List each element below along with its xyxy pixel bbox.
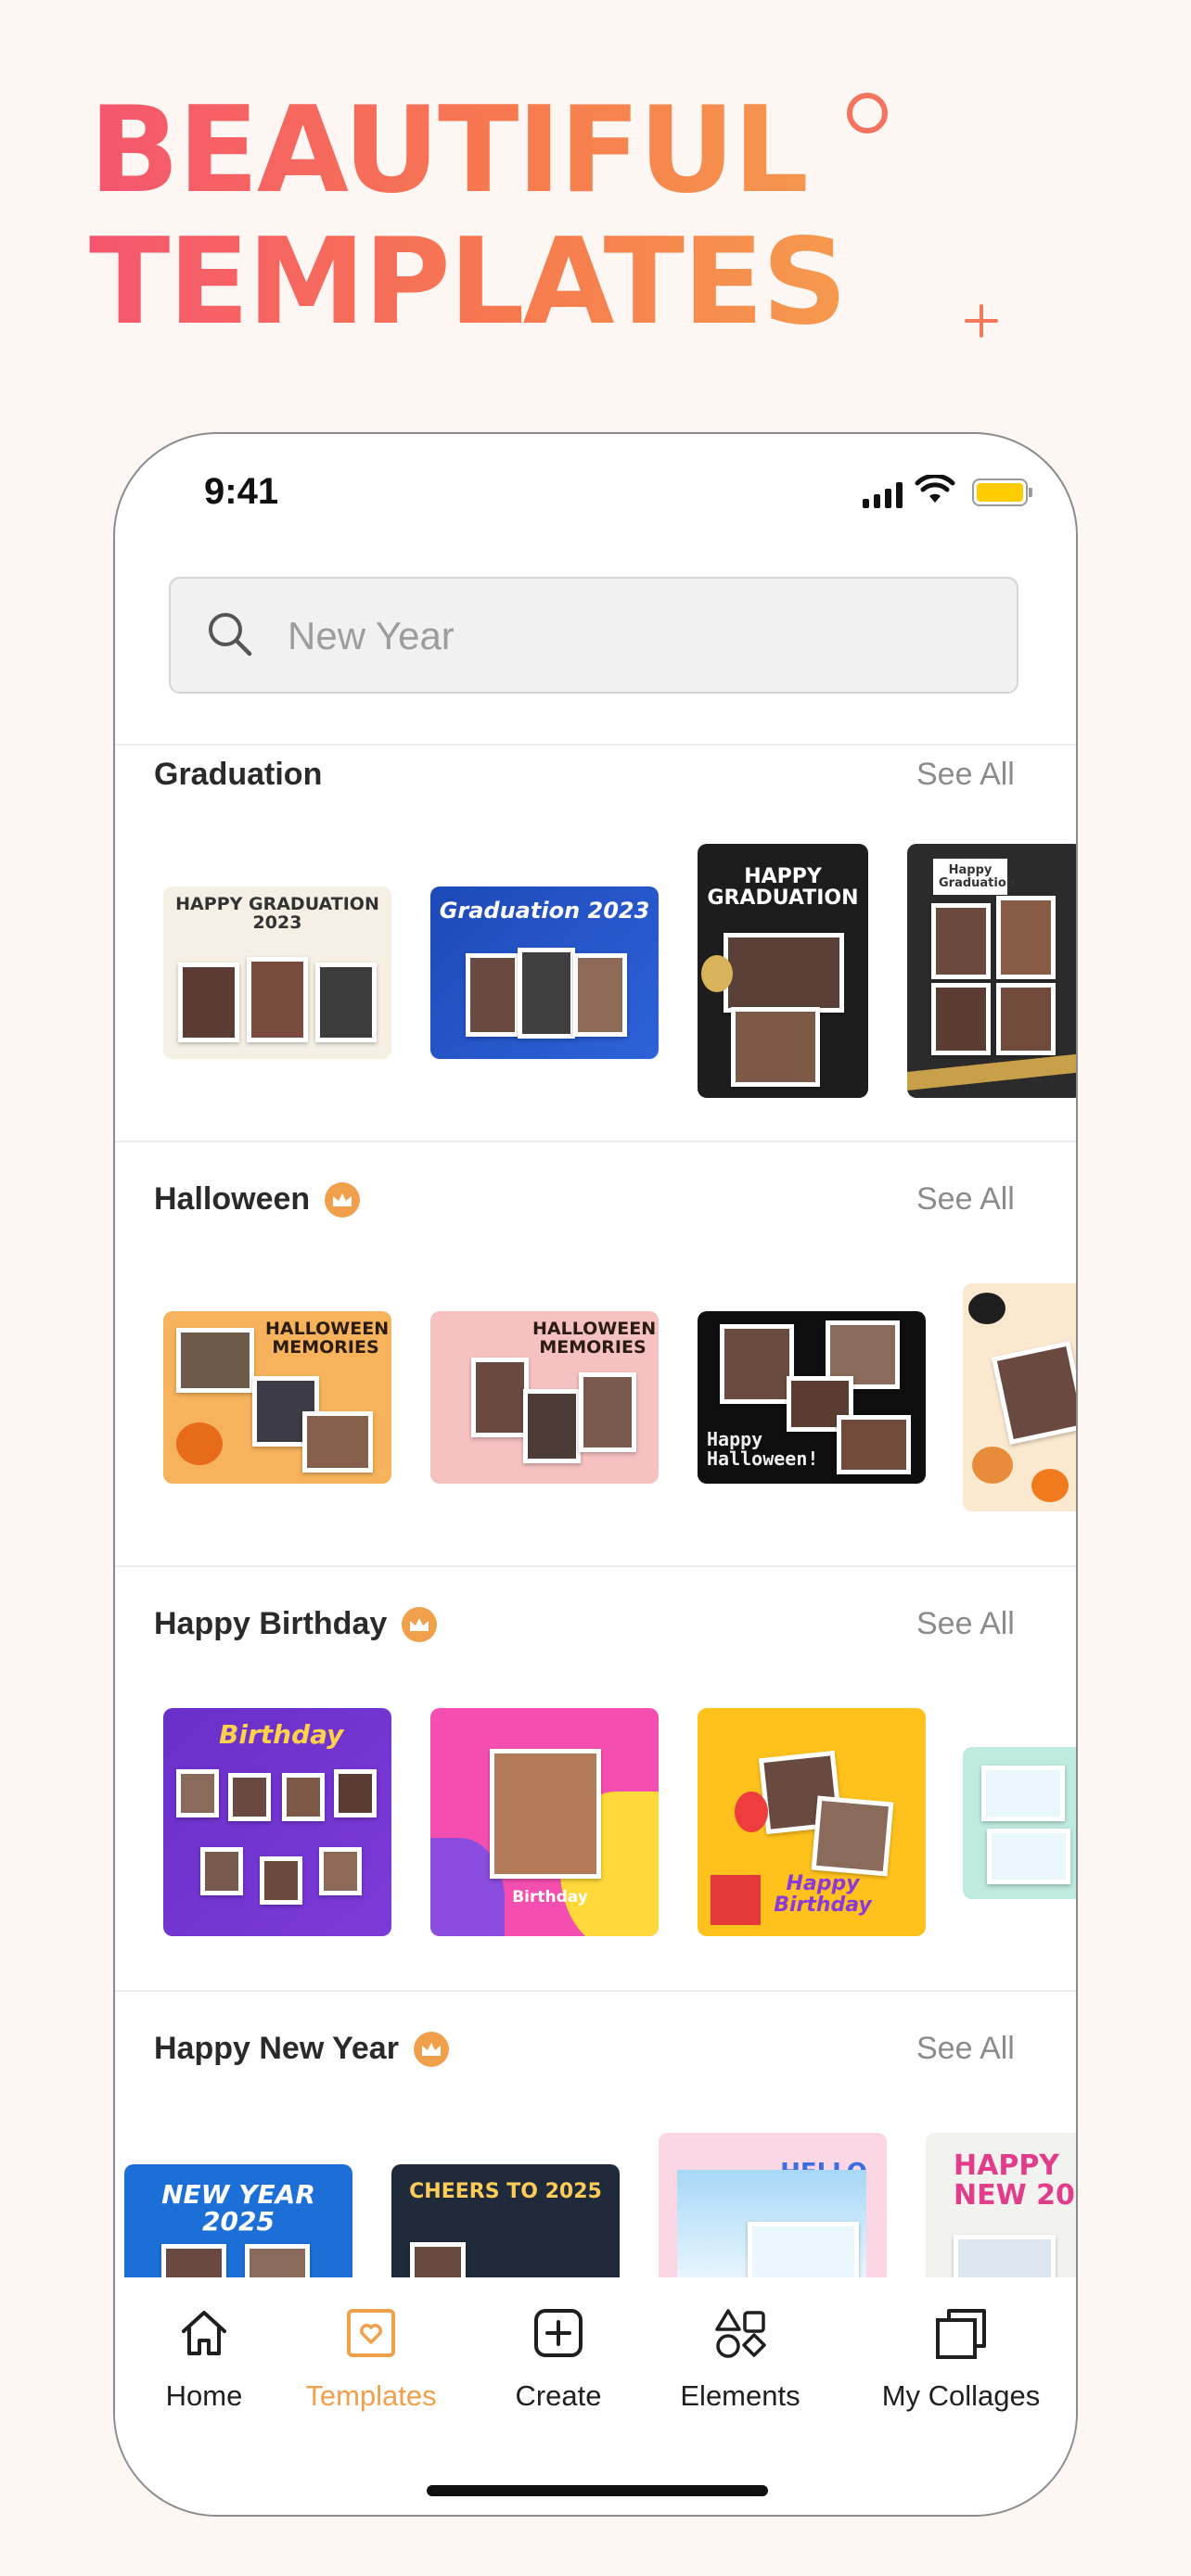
section-divider	[115, 1141, 1076, 1142]
tab-label: My Collages	[881, 2379, 1041, 2412]
tab-label: Templates	[305, 2379, 437, 2412]
search-icon	[209, 613, 252, 657]
thumb-title: HAPPY GRADUATION	[707, 865, 859, 911]
home-indicator[interactable]	[427, 2485, 768, 2496]
battery-icon	[972, 478, 1032, 506]
template-thumb-halloween-3[interactable]: Happy Halloween!	[698, 1311, 926, 1484]
search-input[interactable]	[288, 606, 937, 666]
tab-label: Elements	[680, 2379, 800, 2412]
my-collages-icon	[934, 2277, 988, 2363]
hero-line-2: TEMPLATES	[89, 213, 846, 351]
tab-my-collages[interactable]: My Collages	[877, 2277, 1044, 2413]
section-title-text: Graduation	[154, 757, 323, 792]
thumb-title: Birthday	[219, 1719, 344, 1750]
premium-crown-icon	[413, 2031, 449, 2067]
thumb-title: Happy Graduation	[933, 859, 1015, 896]
phone-frame: 9:41 Graduation See All HAPPY GRADUATION…	[113, 432, 1078, 2517]
thumb-title: HAPPY NEW 202	[954, 2149, 1076, 2212]
thumb-title: Birthday	[512, 1888, 588, 1906]
section-divider	[115, 744, 1076, 746]
template-thumb-halloween-2[interactable]: HALLOWEEN MEMORIES	[430, 1311, 659, 1484]
tab-elements[interactable]: Elements	[657, 2277, 824, 2413]
thumb-title: Happy Halloween!	[707, 1428, 819, 1470]
create-icon	[532, 2277, 584, 2363]
decorative-plus-icon	[965, 304, 998, 338]
template-thumb-halloween-1[interactable]: HALLOWEEN MEMORIES	[163, 1311, 391, 1484]
tab-templates[interactable]: Templates	[288, 2277, 455, 2413]
section-title-text: Happy New Year	[154, 2031, 399, 2066]
tab-label: Home	[165, 2379, 243, 2412]
tab-home[interactable]: Home	[121, 2277, 288, 2413]
template-thumb-birthday-2[interactable]: Birthday	[430, 1708, 659, 1936]
thumb-title: Happy Birthday	[774, 1872, 872, 1918]
template-thumb-graduation-3[interactable]: HAPPY GRADUATION	[698, 844, 868, 1098]
bottom-tab-bar: Home Templates Create Elements My Collag…	[115, 2277, 1076, 2515]
elements-icon	[713, 2277, 767, 2363]
thumb-title: HALLOWEEN MEMORIES	[532, 1319, 657, 1358]
section-divider	[115, 1990, 1076, 1992]
template-thumb-graduation-2[interactable]: Graduation 2023	[430, 886, 659, 1059]
tab-create[interactable]: Create	[475, 2277, 642, 2413]
template-thumb-birthday-1[interactable]: Birthday	[163, 1708, 391, 1936]
thumb-title: NEW YEAR 2025	[161, 2179, 315, 2238]
thumb-title: HALLOWEEN MEMORIES	[265, 1319, 390, 1358]
thumb-title: Graduation 2023	[439, 898, 650, 924]
home-icon	[178, 2277, 230, 2363]
section-title-happy-new-year: Happy New Year	[154, 2031, 449, 2067]
section-title-happy-birthday: Happy Birthday	[154, 1606, 438, 1642]
template-thumb-birthday-4[interactable]	[963, 1747, 1076, 1899]
search-bar[interactable]	[169, 577, 1018, 694]
premium-crown-icon	[402, 1606, 438, 1642]
template-thumb-graduation-4[interactable]: Happy Graduation	[907, 844, 1076, 1098]
section-title-graduation: Graduation	[154, 757, 322, 793]
template-thumb-graduation-1[interactable]: HAPPY GRADUATION 2023	[163, 886, 391, 1059]
thumb-title: HAPPY GRADUATION 2023	[175, 894, 379, 933]
template-thumb-birthday-3[interactable]: Happy Birthday	[698, 1708, 926, 1936]
see-all-graduation-link[interactable]: See All	[916, 757, 1015, 793]
templates-icon	[345, 2277, 397, 2363]
premium-crown-icon	[325, 1181, 361, 1218]
section-title-text: Halloween	[154, 1181, 311, 1217]
hero-headline: BEAUTIFUL TEMPLATES	[89, 85, 846, 349]
tab-label: Create	[515, 2379, 602, 2412]
section-divider	[115, 1565, 1076, 1567]
status-bar: 9:41	[115, 434, 1076, 555]
thumb-title: CHEERS TO 2025	[409, 2180, 602, 2203]
hero-line-1: BEAUTIFUL	[89, 82, 807, 220]
see-all-happy-new-year-link[interactable]: See All	[916, 2031, 1015, 2067]
decorative-circle	[847, 93, 888, 134]
cellular-signal-icon	[863, 482, 903, 508]
status-time: 9:41	[204, 471, 279, 512]
section-title-halloween: Halloween	[154, 1181, 361, 1218]
template-thumb-halloween-4[interactable]	[963, 1283, 1076, 1511]
section-title-text: Happy Birthday	[154, 1606, 388, 1641]
see-all-halloween-link[interactable]: See All	[916, 1181, 1015, 1218]
see-all-happy-birthday-link[interactable]: See All	[916, 1606, 1015, 1642]
wifi-icon	[915, 475, 955, 503]
